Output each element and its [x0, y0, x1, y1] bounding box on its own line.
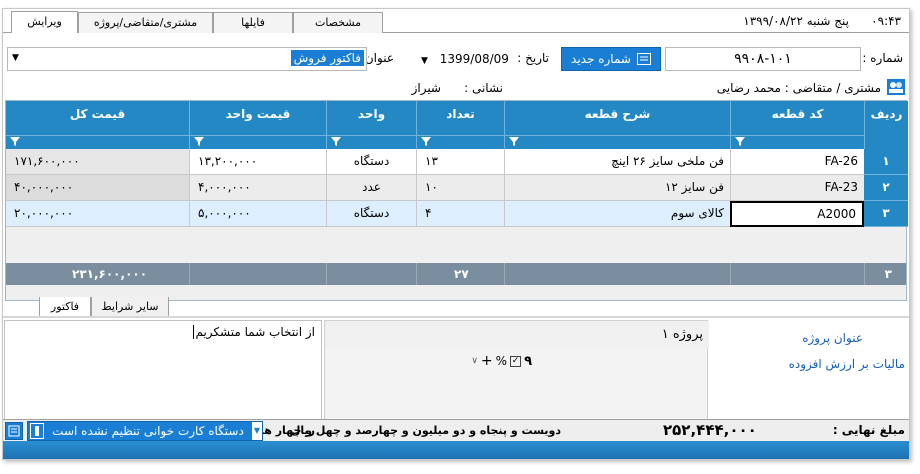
- project-title-field[interactable]: پروژه ۱: [325, 321, 709, 349]
- currency-label: ریال: [290, 424, 315, 437]
- id-card-icon: [636, 53, 651, 65]
- final-amount-value: ۲۵۲,۴۴۴,۰۰۰: [663, 421, 757, 439]
- cell-code[interactable]: FA-23: [730, 175, 864, 201]
- cell-unit-price[interactable]: ۱۳,۲۰۰,۰۰۰: [189, 149, 326, 175]
- calculator-icon[interactable]: [5, 422, 23, 440]
- customer-name: محمد رضایی: [716, 81, 781, 95]
- cell-code[interactable]: FA-26: [730, 149, 864, 175]
- row-number: ۳: [864, 201, 908, 227]
- bottom-strip: [3, 441, 909, 459]
- row-number: ۲: [864, 175, 908, 201]
- col-header-qty[interactable]: تعداد: [416, 101, 504, 149]
- cell-unit[interactable]: دستگاه: [326, 201, 416, 227]
- cell-total: ۲۰,۰۰۰,۰۰۰: [6, 201, 189, 227]
- chevron-down-icon: ∨: [471, 356, 478, 366]
- address-label: نشانی :: [464, 81, 503, 95]
- project-panel: پروژه ۱ ∨ + % ✓ ۹: [324, 320, 709, 420]
- cell-desc[interactable]: فن سایز ۱۲: [504, 175, 730, 201]
- address-value: شیراز: [411, 81, 441, 95]
- final-amount-label: مبلغ نهایی :: [832, 423, 905, 437]
- col-header-code[interactable]: کد قطعه: [730, 101, 864, 149]
- cell-unit-price[interactable]: ۴,۰۰۰,۰۰۰: [189, 175, 326, 201]
- tab-invoice[interactable]: فاکتور: [39, 297, 91, 318]
- contacts-icon[interactable]: [887, 79, 905, 95]
- new-number-button[interactable]: شماره جدید: [561, 47, 661, 71]
- tab-customer-project[interactable]: مشتری/متقاضی/پروژه: [78, 12, 213, 33]
- chevron-down-icon: ▼: [12, 53, 19, 63]
- col-header-row[interactable]: ردیف: [864, 101, 908, 149]
- footer-total-sum: ۲۳۱,۶۰۰,۰۰۰: [72, 267, 148, 281]
- card-reader-dropdown[interactable]: دستگاه کارت خوانی تنظیم نشده است ▼: [27, 421, 263, 441]
- cell-qty[interactable]: ۱۳: [416, 149, 504, 175]
- tab-edit[interactable]: ویرایش: [11, 11, 78, 33]
- status-bar: مبلغ نهایی : ۲۵۲,۴۴۴,۰۰۰ دویست و پنجاه و…: [3, 419, 909, 441]
- cell-unit[interactable]: دستگاه: [326, 149, 416, 175]
- cell-qty[interactable]: ۱۰: [416, 175, 504, 201]
- invoice-window: ۰۹:۴۳ پنج شنبه ۱۳۹۹/۰۸/۲۲ مشخصات فایلها …: [2, 8, 910, 460]
- footer-count: ۳: [884, 267, 892, 281]
- card-reader-icon: [30, 423, 44, 439]
- date-label: تاریخ :: [517, 51, 549, 65]
- filter-icon[interactable]: [509, 137, 519, 146]
- items-grid: ردیف کد قطعه شرح قطعه تعداد واحد قیمت وا…: [5, 100, 908, 301]
- grid-footer: ۳ ۲۷ ۲۳۱,۶۰۰,۰۰۰: [6, 263, 906, 285]
- cell-unit-price[interactable]: ۵,۰۰۰,۰۰۰: [189, 201, 326, 227]
- cell-unit[interactable]: عدد: [326, 175, 416, 201]
- add-icon[interactable]: +: [481, 353, 493, 369]
- date-picker[interactable]: ▼ 1399/08/09: [421, 47, 521, 71]
- tab-specs[interactable]: مشخصات: [293, 12, 383, 33]
- row-number: ۱: [864, 149, 908, 175]
- filter-icon[interactable]: [331, 137, 341, 146]
- clock: ۰۹:۴۳: [871, 14, 901, 28]
- tab-other-terms[interactable]: سایر شرایط: [91, 297, 169, 318]
- cell-desc[interactable]: کالای سوم: [504, 201, 730, 227]
- col-header-unit-price[interactable]: قیمت واحد: [189, 101, 326, 149]
- number-label: شماره :: [862, 51, 903, 65]
- number-field[interactable]: ۹۹۰۸-۱۰۱: [665, 47, 861, 71]
- vat-editor[interactable]: ∨ + % ✓ ۹: [448, 351, 532, 371]
- filter-icon[interactable]: [10, 137, 20, 146]
- col-header-unit[interactable]: واحد: [326, 101, 416, 149]
- footer-qty-sum: ۲۷: [454, 267, 469, 281]
- cell-qty[interactable]: ۴: [416, 201, 504, 227]
- percent-sign: %: [495, 354, 508, 368]
- cell-code-editing[interactable]: A2000: [730, 201, 864, 227]
- customer-label: مشتری / متقاضی :: [784, 81, 881, 95]
- cell-total: ۱۷۱,۶۰۰,۰۰۰: [6, 149, 189, 175]
- vat-value: ۹: [524, 353, 532, 369]
- cell-total: ۴۰,۰۰۰,۰۰۰: [6, 175, 189, 201]
- top-bar: ۰۹:۴۳ پنج شنبه ۱۳۹۹/۰۸/۲۲ مشخصات فایلها …: [3, 9, 909, 33]
- tab-files[interactable]: فایلها: [213, 12, 293, 33]
- cell-desc[interactable]: فن ملخی سایز ۲۶ اینچ: [504, 149, 730, 175]
- filter-icon[interactable]: [194, 137, 204, 146]
- chevron-down-icon: ▼: [421, 56, 428, 66]
- col-header-desc[interactable]: شرح قطعه: [504, 101, 730, 149]
- title-field[interactable]: ▼ فاکتور فروش: [7, 47, 367, 71]
- filter-icon[interactable]: [421, 137, 431, 146]
- project-title-label[interactable]: عنوان پروژه: [802, 331, 863, 345]
- filter-icon[interactable]: [735, 137, 745, 146]
- vat-checkbox[interactable]: ✓: [510, 355, 522, 367]
- col-header-total[interactable]: قیمت کل: [6, 101, 189, 149]
- current-date: پنج شنبه ۱۳۹۹/۰۸/۲۲: [743, 14, 849, 28]
- notes-textarea[interactable]: از انتخاب شما متشکریم: [4, 320, 322, 420]
- chevron-down-icon: ▼: [252, 422, 262, 440]
- vat-label[interactable]: مالیات بر ارزش افزوده: [789, 357, 905, 371]
